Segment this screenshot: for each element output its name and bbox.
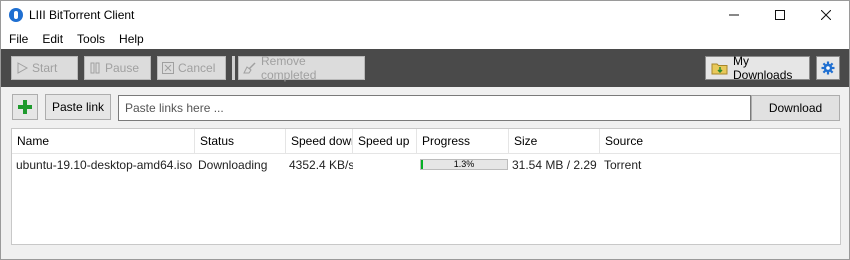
- plus-icon: [18, 100, 32, 114]
- start-button[interactable]: Start: [11, 56, 78, 80]
- maximize-icon: [775, 10, 785, 20]
- cell-size: 31.54 MB / 2.29 ...: [512, 158, 599, 172]
- cancel-label: Cancel: [178, 61, 216, 75]
- close-icon: [821, 10, 831, 20]
- cell-speed-up: [353, 155, 417, 175]
- links-input[interactable]: [118, 95, 751, 121]
- cell-source: Torrent: [604, 158, 642, 172]
- window-controls: [711, 1, 849, 29]
- broom-icon: [243, 62, 257, 74]
- app-logo-icon: [9, 8, 23, 22]
- column-header-status[interactable]: Status: [195, 129, 286, 154]
- column-header-name[interactable]: Name: [12, 129, 195, 154]
- download-button[interactable]: Download: [751, 95, 840, 121]
- cancel-icon: [162, 62, 174, 74]
- remove-completed-label: Remove completed: [261, 54, 317, 82]
- toolbar: Start Pause Cancel Remove completed My D…: [1, 49, 849, 87]
- progress-bar: 1.3%: [420, 159, 508, 170]
- column-header-progress[interactable]: Progress: [417, 129, 509, 154]
- table-row[interactable]: ubuntu-19.10-desktop-amd64.iso Downloadi…: [12, 155, 840, 175]
- gear-icon: [821, 61, 835, 75]
- cell-speed-down: 4352.4 KB/s: [289, 158, 353, 172]
- column-header-speed-down[interactable]: Speed down: [286, 129, 353, 154]
- downloads-table: Name Status Speed down Speed up Progress…: [11, 128, 841, 245]
- start-label: Start: [32, 61, 58, 75]
- app-window: LIII BitTorrent Client File Edit Tools H…: [0, 0, 850, 260]
- column-header-size[interactable]: Size: [509, 129, 600, 154]
- cell-name: ubuntu-19.10-desktop-amd64.iso: [16, 158, 193, 172]
- cell-status: Downloading: [198, 158, 268, 172]
- my-downloads-button[interactable]: My Downloads: [705, 54, 810, 82]
- menu-file[interactable]: File: [3, 32, 34, 46]
- menu-tools[interactable]: Tools: [71, 32, 111, 46]
- toolbar-divider: [232, 56, 235, 80]
- settings-button[interactable]: [816, 56, 840, 80]
- add-torrent-button[interactable]: [12, 94, 38, 120]
- pause-label: Pause: [105, 61, 140, 75]
- table-header: Name Status Speed down Speed up Progress…: [12, 129, 840, 154]
- paste-link-button[interactable]: Paste link: [45, 94, 111, 120]
- minimize-button[interactable]: [711, 1, 757, 29]
- pause-icon: [89, 62, 101, 74]
- play-icon: [16, 62, 28, 74]
- my-downloads-label: My Downloads: [733, 54, 793, 82]
- column-header-source[interactable]: Source: [600, 129, 840, 154]
- close-button[interactable]: [803, 1, 849, 29]
- column-header-speed-up[interactable]: Speed up: [353, 129, 417, 154]
- minimize-icon: [729, 14, 739, 16]
- maximize-button[interactable]: [757, 1, 803, 29]
- progress-label: 1.3%: [453, 159, 475, 169]
- menu-bar: File Edit Tools Help: [1, 29, 849, 49]
- remove-completed-button[interactable]: Remove completed: [238, 54, 365, 82]
- window-title: LIII BitTorrent Client: [29, 8, 135, 22]
- pause-button[interactable]: Pause: [84, 56, 151, 80]
- folder-download-icon: [711, 61, 729, 75]
- menu-edit[interactable]: Edit: [36, 32, 69, 46]
- cancel-button[interactable]: Cancel: [157, 56, 226, 80]
- title-bar: LIII BitTorrent Client: [1, 1, 849, 29]
- menu-help[interactable]: Help: [113, 32, 150, 46]
